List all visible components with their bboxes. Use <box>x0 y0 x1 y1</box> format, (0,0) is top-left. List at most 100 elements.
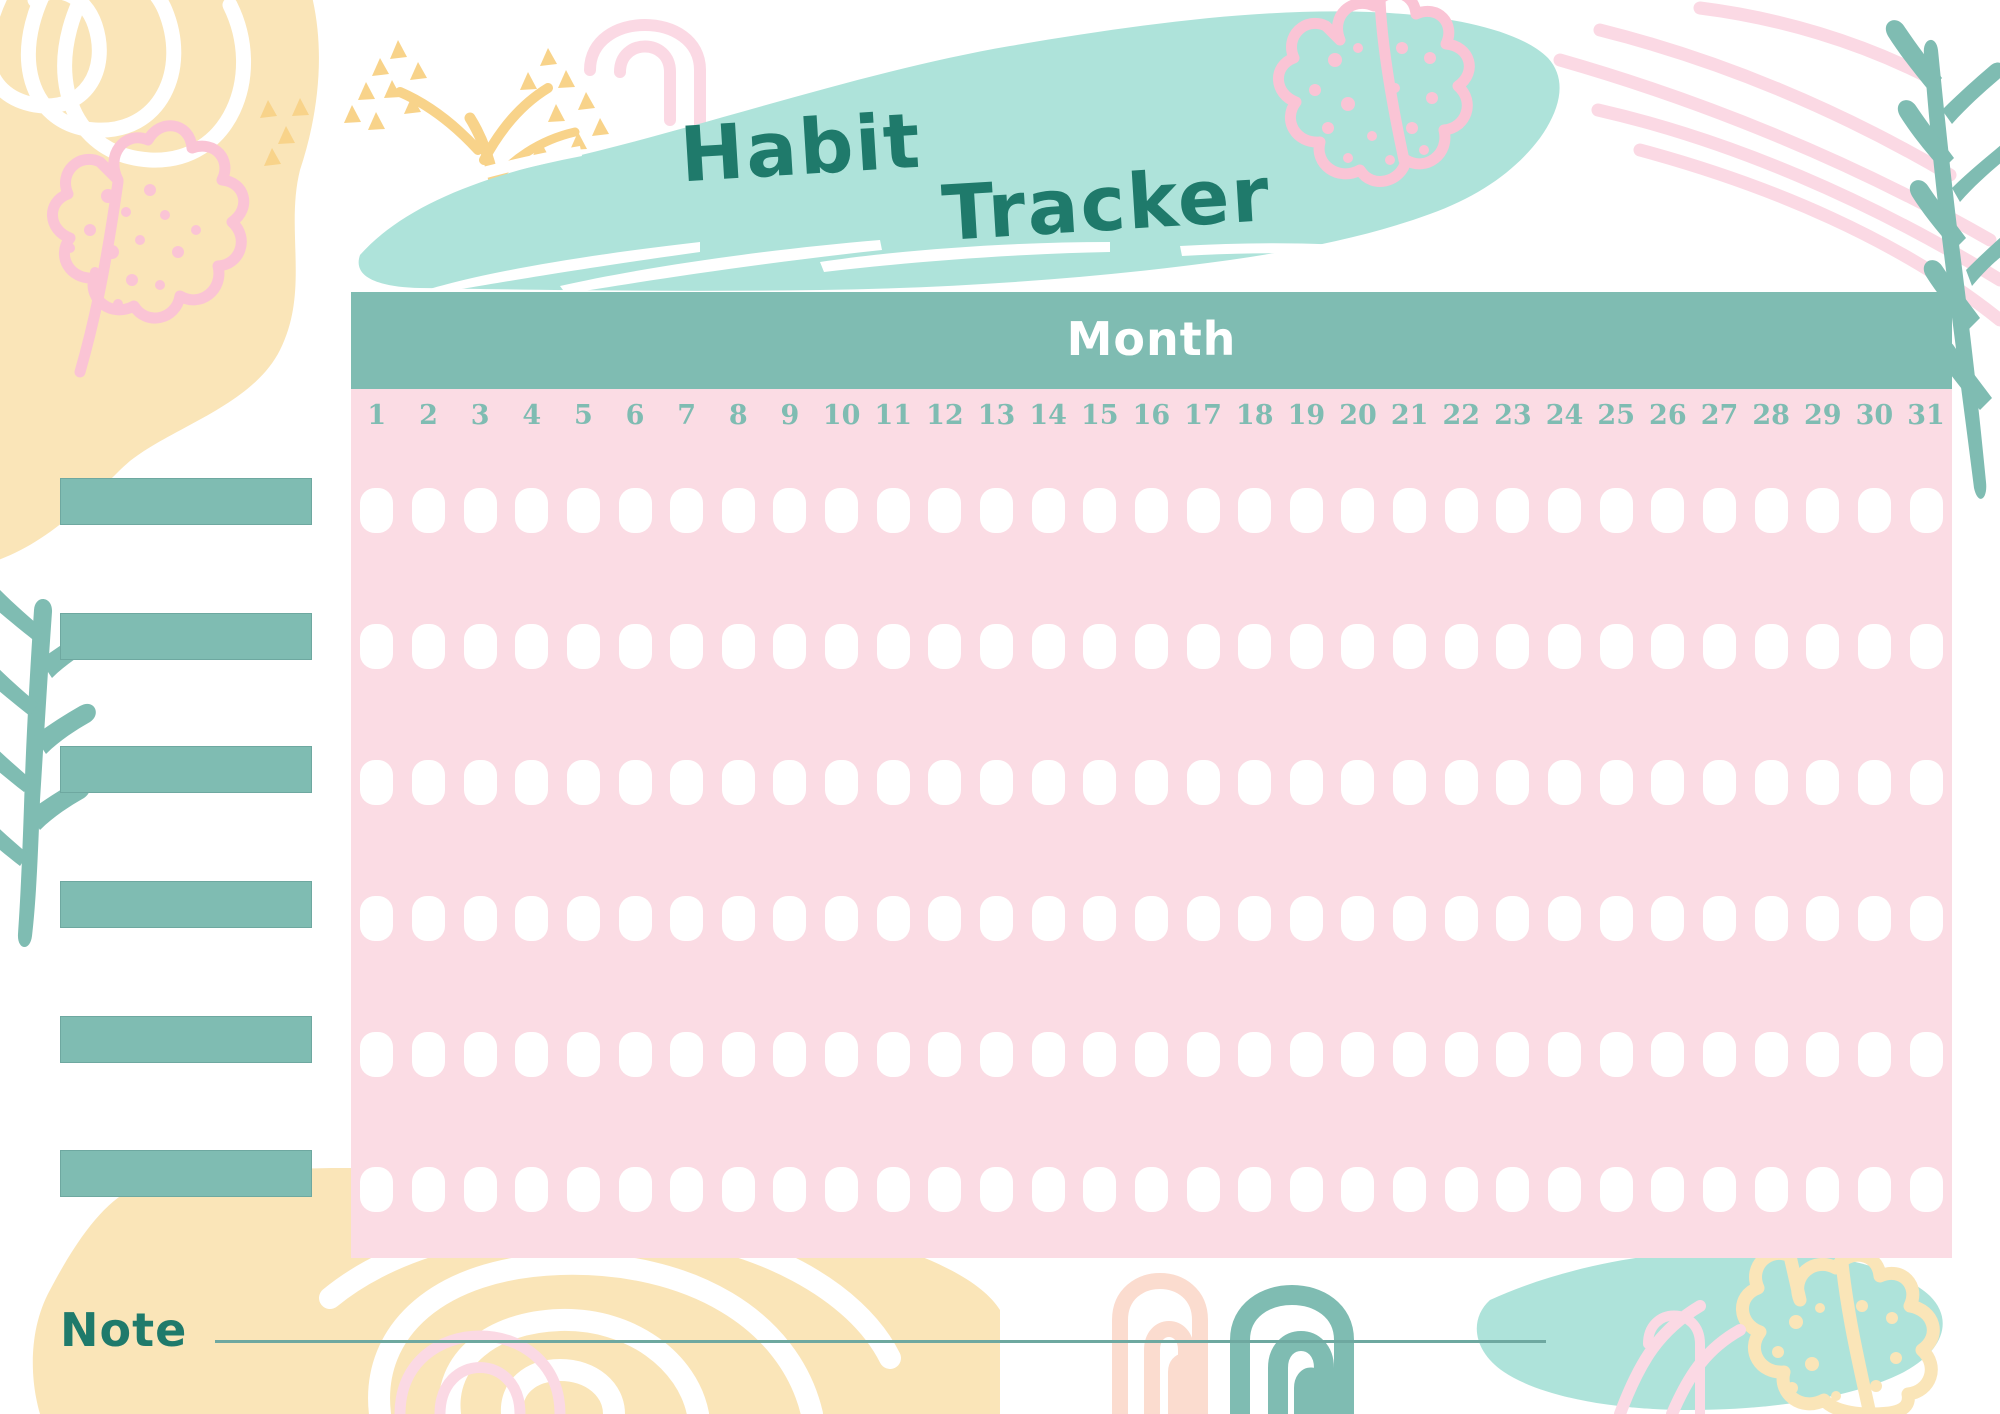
habit-cell-r5-d31[interactable] <box>1900 1031 1952 1077</box>
habit-checkbox-r1-d25[interactable] <box>1599 488 1633 534</box>
habit-cell-r6-d22[interactable] <box>1435 1167 1487 1213</box>
habit-checkbox-r5-d21[interactable] <box>1393 1031 1427 1077</box>
habit-cell-r6-d7[interactable] <box>661 1167 713 1213</box>
habit-checkbox-r4-d31[interactable] <box>1909 895 1943 941</box>
habit-cell-r1-d31[interactable] <box>1900 488 1952 534</box>
habit-cell-r6-d21[interactable] <box>1384 1167 1436 1213</box>
habit-cell-r2-d17[interactable] <box>1177 624 1229 670</box>
habit-cell-r6-d10[interactable] <box>816 1167 868 1213</box>
habit-checkbox-r4-d28[interactable] <box>1754 895 1788 941</box>
habit-cell-r5-d28[interactable] <box>1745 1031 1797 1077</box>
habit-cell-r6-d4[interactable] <box>506 1167 558 1213</box>
habit-checkbox-r3-d13[interactable] <box>980 759 1013 805</box>
habit-checkbox-r1-d28[interactable] <box>1754 488 1788 534</box>
habit-checkbox-r5-d28[interactable] <box>1754 1031 1788 1077</box>
habit-cell-r5-d19[interactable] <box>1281 1031 1333 1077</box>
habit-checkbox-r5-d30[interactable] <box>1857 1031 1891 1077</box>
habit-cell-r5-d20[interactable] <box>1332 1031 1384 1077</box>
habit-cell-r2-d24[interactable] <box>1539 624 1591 670</box>
habit-checkbox-r1-d7[interactable] <box>670 488 704 534</box>
habit-checkbox-r2-d13[interactable] <box>980 624 1013 670</box>
habit-cell-r4-d4[interactable] <box>506 895 558 941</box>
habit-cell-r5-d15[interactable] <box>1074 1031 1126 1077</box>
habit-cell-r2-d29[interactable] <box>1797 624 1849 670</box>
habit-checkbox-r4-d9[interactable] <box>773 895 807 941</box>
habit-cell-r5-d27[interactable] <box>1694 1031 1746 1077</box>
habit-cell-r1-d20[interactable] <box>1332 488 1384 534</box>
habit-cell-r4-d25[interactable] <box>1590 895 1642 941</box>
habit-cell-r6-d16[interactable] <box>1126 1167 1178 1213</box>
habit-checkbox-r2-d3[interactable] <box>463 624 497 670</box>
habit-cell-r1-d30[interactable] <box>1849 488 1901 534</box>
habit-cell-r3-d23[interactable] <box>1487 759 1539 805</box>
habit-cell-r6-d24[interactable] <box>1539 1167 1591 1213</box>
habit-checkbox-r2-d18[interactable] <box>1238 624 1272 670</box>
habit-checkbox-r5-d11[interactable] <box>876 1031 910 1077</box>
habit-checkbox-r5-d19[interactable] <box>1289 1031 1323 1077</box>
habit-cell-r2-d22[interactable] <box>1435 624 1487 670</box>
habit-checkbox-r5-d24[interactable] <box>1548 1031 1582 1077</box>
habit-cell-r6-d17[interactable] <box>1177 1167 1229 1213</box>
habit-checkbox-r3-d20[interactable] <box>1341 759 1375 805</box>
habit-checkbox-r2-d30[interactable] <box>1857 624 1891 670</box>
habit-checkbox-r5-d20[interactable] <box>1341 1031 1375 1077</box>
habit-cell-r5-d5[interactable] <box>558 1031 610 1077</box>
habit-cell-r4-d11[interactable] <box>867 895 919 941</box>
habit-checkbox-r6-d19[interactable] <box>1289 1167 1323 1213</box>
habit-cell-r1-d14[interactable] <box>1022 488 1074 534</box>
habit-cell-r3-d16[interactable] <box>1126 759 1178 805</box>
habit-checkbox-r6-d4[interactable] <box>515 1167 549 1213</box>
habit-checkbox-r4-d8[interactable] <box>721 895 755 941</box>
habit-checkbox-r2-d23[interactable] <box>1496 624 1530 670</box>
habit-cell-r5-d23[interactable] <box>1487 1031 1539 1077</box>
habit-cell-r4-d2[interactable] <box>403 895 455 941</box>
habit-checkbox-r5-d8[interactable] <box>721 1031 755 1077</box>
habit-checkbox-r4-d19[interactable] <box>1289 895 1323 941</box>
habit-checkbox-r2-d22[interactable] <box>1444 624 1478 670</box>
habit-checkbox-r1-d24[interactable] <box>1548 488 1582 534</box>
habit-cell-r4-d18[interactable] <box>1229 895 1281 941</box>
habit-checkbox-r4-d24[interactable] <box>1548 895 1582 941</box>
habit-cell-r2-d18[interactable] <box>1229 624 1281 670</box>
habit-checkbox-r5-d3[interactable] <box>463 1031 497 1077</box>
habit-cell-r5-d12[interactable] <box>919 1031 971 1077</box>
habit-cell-r5-d21[interactable] <box>1384 1031 1436 1077</box>
habit-checkbox-r4-d20[interactable] <box>1341 895 1375 941</box>
habit-cell-r3-d11[interactable] <box>867 759 919 805</box>
habit-checkbox-r6-d16[interactable] <box>1134 1167 1168 1213</box>
habit-cell-r6-d13[interactable] <box>971 1167 1023 1213</box>
habit-checkbox-r4-d12[interactable] <box>928 895 962 941</box>
habit-cell-r6-d31[interactable] <box>1900 1167 1952 1213</box>
habit-checkbox-r3-d10[interactable] <box>825 759 859 805</box>
habit-cell-r6-d2[interactable] <box>403 1167 455 1213</box>
habit-cell-r4-d27[interactable] <box>1694 895 1746 941</box>
habit-cell-r6-d27[interactable] <box>1694 1167 1746 1213</box>
habit-checkbox-r2-d1[interactable] <box>360 624 394 670</box>
habit-checkbox-r5-d7[interactable] <box>670 1031 704 1077</box>
habit-cell-r4-d29[interactable] <box>1797 895 1849 941</box>
habit-checkbox-r1-d29[interactable] <box>1806 488 1840 534</box>
habit-cell-r5-d14[interactable] <box>1022 1031 1074 1077</box>
habit-cell-r2-d21[interactable] <box>1384 624 1436 670</box>
habit-checkbox-r5-d27[interactable] <box>1702 1031 1736 1077</box>
habit-cell-r6-d26[interactable] <box>1642 1167 1694 1213</box>
habit-checkbox-r5-d5[interactable] <box>566 1031 600 1077</box>
habit-cell-r3-d21[interactable] <box>1384 759 1436 805</box>
habit-checkbox-r5-d22[interactable] <box>1444 1031 1478 1077</box>
habit-cell-r2-d28[interactable] <box>1745 624 1797 670</box>
habit-cell-r4-d19[interactable] <box>1281 895 1333 941</box>
habit-checkbox-r6-d14[interactable] <box>1031 1167 1065 1213</box>
habit-checkbox-r4-d17[interactable] <box>1186 895 1220 941</box>
habit-checkbox-r1-d11[interactable] <box>876 488 910 534</box>
habit-cell-r4-d20[interactable] <box>1332 895 1384 941</box>
habit-checkbox-r6-d13[interactable] <box>980 1167 1013 1213</box>
habit-checkbox-r3-d14[interactable] <box>1031 759 1065 805</box>
habit-cell-r6-d30[interactable] <box>1849 1167 1901 1213</box>
habit-checkbox-r3-d7[interactable] <box>670 759 704 805</box>
habit-checkbox-r3-d11[interactable] <box>876 759 910 805</box>
habit-checkbox-r5-d16[interactable] <box>1134 1031 1168 1077</box>
habit-label-bar-4[interactable] <box>60 881 312 928</box>
habit-cell-r3-d19[interactable] <box>1281 759 1333 805</box>
habit-checkbox-r1-d19[interactable] <box>1289 488 1323 534</box>
habit-checkbox-r1-d3[interactable] <box>463 488 497 534</box>
